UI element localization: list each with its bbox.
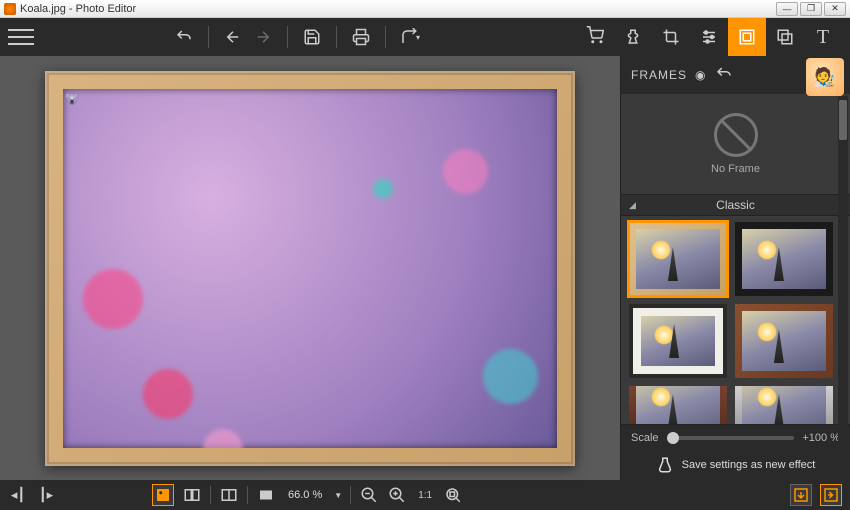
reset-icon[interactable] [715, 65, 733, 86]
forward-icon[interactable] [253, 27, 273, 47]
no-frame-icon [714, 113, 758, 157]
single-view-button[interactable] [152, 484, 174, 506]
print-icon[interactable] [351, 27, 371, 47]
frame-thumb-2[interactable] [735, 222, 833, 296]
import-button[interactable] [790, 484, 812, 506]
window-title: Koala.jpg - Photo Editor [20, 3, 776, 15]
mascot-avatar: 🧑‍🎨 [806, 58, 844, 96]
next-image-button[interactable]: ┃▸ [36, 485, 56, 505]
export-icon[interactable]: ▾ [400, 27, 420, 47]
collapse-icon: ◢ [629, 200, 636, 211]
scale-slider[interactable] [667, 436, 795, 440]
zoom-in-button[interactable] [387, 485, 407, 505]
minimize-button[interactable]: — [776, 2, 798, 16]
compare-view-button[interactable] [182, 485, 202, 505]
frame-thumb-6[interactable] [735, 386, 833, 424]
back-icon[interactable] [223, 27, 243, 47]
split-view-button[interactable] [219, 485, 239, 505]
frame-thumb-3[interactable] [629, 304, 727, 378]
main-toolbar: ▾ T [0, 18, 850, 56]
panel-header: FRAMES ◉ 🧑‍🎨 [621, 56, 850, 94]
no-frame-label: No Frame [711, 163, 760, 175]
frame-thumb-1[interactable] [629, 222, 727, 296]
prev-image-button[interactable]: ◂┃ [8, 485, 28, 505]
fit-button[interactable] [256, 485, 276, 505]
image-frame [45, 71, 575, 466]
flask-icon [656, 456, 674, 474]
frame-thumb-4[interactable] [735, 304, 833, 378]
scale-control: Scale +100 % [621, 424, 850, 450]
panel-title: FRAMES [631, 68, 687, 82]
save-icon[interactable] [302, 27, 322, 47]
tab-text[interactable]: T [804, 18, 842, 56]
scale-value: +100 % [802, 432, 840, 444]
panel-scrollbar[interactable] [838, 96, 848, 480]
save-effect-button[interactable]: Save settings as new effect [621, 450, 850, 480]
category-label: Classic [716, 198, 755, 212]
close-button[interactable]: ✕ [824, 2, 846, 16]
tab-frames[interactable] [728, 18, 766, 56]
zoom-dropdown-icon[interactable]: ▼ [334, 491, 342, 500]
maximize-button[interactable]: ❐ [800, 2, 822, 16]
zoom-actual-button[interactable]: 1:1 [415, 485, 435, 505]
category-classic[interactable]: ◢ Classic [621, 194, 850, 216]
frames-panel: FRAMES ◉ 🧑‍🎨 No Frame ◢ Classic [620, 56, 850, 480]
zoom-fit-button[interactable] [443, 485, 463, 505]
menu-button[interactable] [8, 27, 34, 47]
scale-label: Scale [631, 432, 659, 444]
frame-thumb-5[interactable] [629, 386, 727, 424]
frames-grid [621, 216, 850, 424]
cart-icon[interactable] [586, 26, 604, 49]
canvas-area[interactable] [0, 56, 620, 480]
zoom-out-button[interactable] [359, 485, 379, 505]
window-titlebar: Koala.jpg - Photo Editor — ❐ ✕ [0, 0, 850, 18]
tab-overlay[interactable] [766, 18, 804, 56]
tab-effects[interactable] [614, 18, 652, 56]
image-canvas[interactable] [63, 89, 557, 448]
undo-icon[interactable] [174, 27, 194, 47]
bottom-toolbar: ◂┃ ┃▸ 66.0 % ▼ 1:1 [0, 480, 850, 510]
no-frame-option[interactable]: No Frame [621, 94, 850, 194]
tab-adjust[interactable] [690, 18, 728, 56]
koala-image [63, 89, 81, 107]
export-button[interactable] [820, 484, 842, 506]
app-icon [4, 3, 16, 15]
zoom-value: 66.0 % [284, 489, 326, 501]
visibility-icon[interactable]: ◉ [695, 68, 706, 82]
save-effect-label: Save settings as new effect [682, 459, 816, 471]
tab-crop[interactable] [652, 18, 690, 56]
